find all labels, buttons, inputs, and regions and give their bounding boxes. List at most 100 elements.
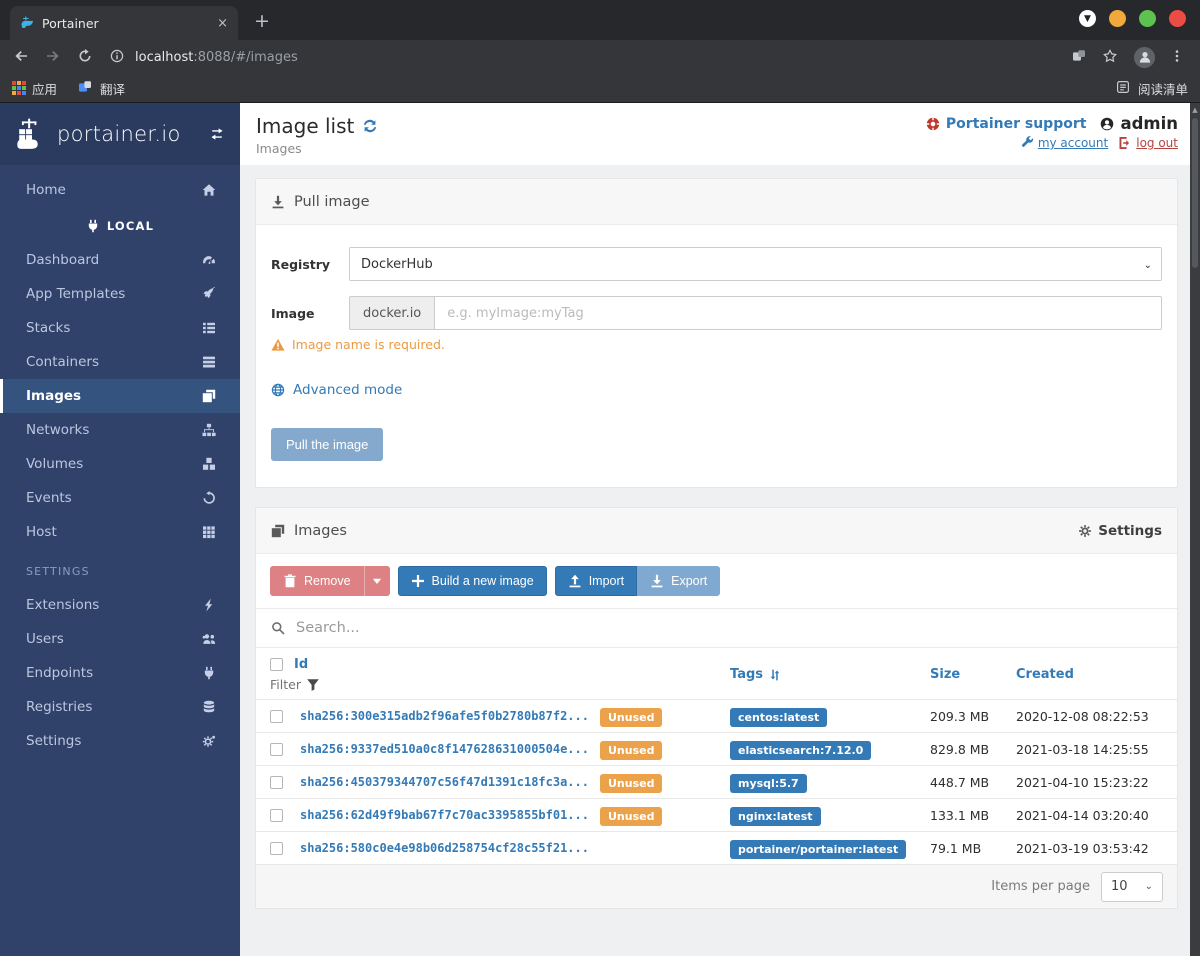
minimize-button[interactable] [1109,10,1126,27]
images-icon [271,524,285,538]
sidebar-item-users[interactable]: Users [0,622,240,656]
sidebar-item-label: Events [26,490,72,506]
table-row: sha256:9337ed510a0c8f147628631000504e...… [256,732,1177,765]
image-id-link[interactable]: sha256:450379344707c56f47d1391c18fc3a... [300,775,600,789]
created-cell: 2021-04-14 03:20:40 [1016,807,1149,823]
sidebar-item-containers[interactable]: Containers [0,345,240,379]
table-row: sha256:62d49f9bab67f7c70ac3395855bf01...… [256,798,1177,831]
site-info-icon[interactable] [110,49,126,65]
dashboard-icon [202,253,216,267]
my-account-link[interactable]: my account [1020,136,1108,150]
gear-icon [1078,524,1092,538]
browser-menu-icon[interactable] [1170,49,1186,65]
refresh-icon[interactable] [363,119,377,133]
sidebar-settings-list: Extensions Users Endpoints Registries Settin… [0,588,240,758]
window-menu-icon[interactable]: ▼ [1079,10,1096,27]
wrench-icon [1020,136,1034,150]
portainer-support-link[interactable]: Portainer support [926,116,1086,132]
row-checkbox[interactable] [270,775,283,789]
user-menu[interactable]: admin [1100,114,1178,133]
trash-icon [283,574,297,588]
registry-select[interactable]: DockerHub [349,247,1162,281]
sidebar-item-stacks[interactable]: Stacks [0,311,240,345]
row-checkbox[interactable] [270,742,283,756]
sidebar-item-events[interactable]: Events [0,481,240,515]
sidebar-logo[interactable]: portainer.io [0,103,240,165]
images-icon [202,389,216,403]
sort-by-created[interactable]: Created [1016,667,1163,682]
sidebar-item-settings[interactable]: Settings [0,724,240,758]
page-scrollbar[interactable]: ▲ [1190,103,1200,956]
window-controls: ▼ [1079,10,1186,27]
sidebar-item-host[interactable]: Host [0,515,240,549]
sort-icon [768,668,782,682]
sidebar-item-extensions[interactable]: Extensions [0,588,240,622]
sort-by-size[interactable]: Size [930,667,1016,682]
home-icon [202,183,216,197]
reload-icon[interactable] [78,49,94,65]
database-icon [202,700,216,714]
close-window-button[interactable] [1169,10,1186,27]
tab-close-icon[interactable]: × [217,16,228,31]
pull-image-panel: Pull image Registry DockerHub ⌄ Image do… [255,178,1178,488]
sidebar-item-volumes[interactable]: Volumes [0,447,240,481]
sidebar-item-app-templates[interactable]: App Templates [0,277,240,311]
table-search-input[interactable]: Search... [256,608,1177,648]
sidebar-item-images[interactable]: Images [0,379,240,413]
new-tab-button[interactable]: + [254,10,270,32]
sidebar-endpoint-header: LOCAL [0,209,240,243]
translate-bookmark-icon [78,80,94,96]
items-per-page-select[interactable]: 10 ⌄ [1101,871,1163,902]
address-bar[interactable]: localhost:8088/#/images [110,49,1056,65]
unused-badge: Unused [600,707,663,727]
maximize-button[interactable] [1139,10,1156,27]
sidebar-item-label: Stacks [26,320,71,336]
remove-button[interactable]: Remove [270,566,364,596]
sidebar-collapse-icon[interactable] [210,127,224,141]
image-id-link[interactable]: sha256:62d49f9bab67f7c70ac3395855bf01... [300,808,600,822]
scroll-up-arrow[interactable]: ▲ [1190,103,1200,114]
image-label: Image [271,305,315,321]
scrollbar-thumb[interactable] [1192,118,1198,268]
sidebar-item-label: Endpoints [26,665,94,681]
tags-cell: centos:latest [730,706,930,727]
image-name-input[interactable]: e.g. myImage:myTag [434,296,1162,330]
reading-list-button[interactable]: 阅读清单 [1116,79,1188,98]
filter-button[interactable]: Filter [270,677,600,692]
sidebar-item-dashboard[interactable]: Dashboard [0,243,240,277]
table-footer: Items per page 10 ⌄ [256,864,1177,908]
images-panel-header: Images Settings [256,508,1177,554]
created-cell: 2021-04-10 15:23:22 [1016,774,1149,790]
sidebar-item-networks[interactable]: Networks [0,413,240,447]
select-all-checkbox[interactable] [270,658,283,671]
sort-by-tags[interactable]: Tags [730,667,930,682]
sidebar-item-registries[interactable]: Registries [0,690,240,724]
advanced-mode-link[interactable]: Advanced mode [271,382,1162,398]
image-id-link[interactable]: sha256:300e315adb2f96afe5f0b2780b87f2... [300,709,600,723]
image-id-link[interactable]: sha256:580c0e4e98b06d258754cf28c55f21... [300,841,600,855]
back-icon[interactable] [14,49,30,65]
remove-dropdown-button[interactable] [363,566,390,596]
bookmark-apps[interactable]: 应用 [12,79,57,98]
import-button[interactable]: Import [554,566,638,596]
log-out-link[interactable]: log out [1118,136,1178,150]
image-id-link[interactable]: sha256:9337ed510a0c8f147628631000504e... [300,742,600,756]
bookmark-star-icon[interactable] [1103,49,1119,65]
profile-avatar[interactable] [1134,46,1155,68]
forward-icon[interactable] [46,49,62,65]
build-image-button[interactable]: Build a new image [397,566,547,596]
pull-image-button[interactable]: Pull the image [271,428,384,461]
sidebar-item-endpoints[interactable]: Endpoints [0,656,240,690]
sort-by-id[interactable]: Id [294,657,308,672]
browser-tab[interactable]: Portainer × [10,6,238,40]
portainer-app: portainer.io Home LOCAL Dashboard App Tem… [0,103,1200,956]
row-checkbox[interactable] [270,709,283,723]
table-settings-button[interactable]: Settings [1078,523,1162,539]
sidebar-item-home[interactable]: Home [0,173,240,207]
export-button[interactable]: Export [637,566,721,596]
row-checkbox[interactable] [270,808,283,822]
row-checkbox[interactable] [270,841,283,855]
cubes-icon [202,457,216,471]
translate-icon[interactable] [1072,49,1088,65]
bookmark-translate[interactable]: 翻译 [78,79,125,98]
